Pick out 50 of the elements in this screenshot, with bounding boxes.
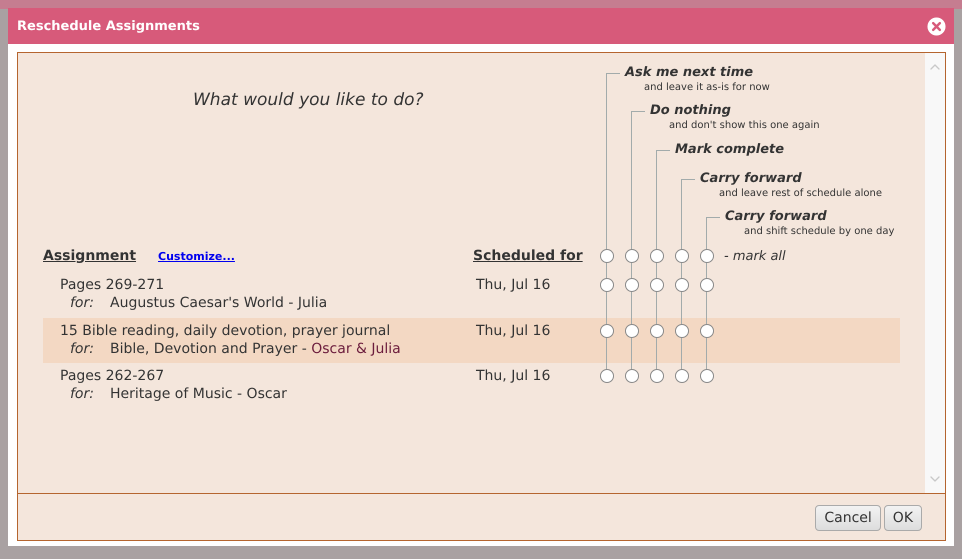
assignment-title: Pages 269-271 xyxy=(60,276,166,294)
scheduled-date: Thu, Jul 16 xyxy=(475,367,552,386)
radio-button[interactable] xyxy=(625,369,639,383)
option-label: Carry forward xyxy=(700,170,803,188)
course-text: Augustus Caesar's World - Julia xyxy=(110,294,328,313)
scheduled-header: Scheduled for xyxy=(473,247,584,266)
radio-button[interactable] xyxy=(700,324,714,338)
scheduled-date: Thu, Jul 16 xyxy=(475,276,552,295)
option-hint: and leave it as-is for now xyxy=(643,82,770,94)
mark-all-label: - mark all xyxy=(723,248,787,266)
radio-button[interactable] xyxy=(600,278,614,292)
assignment-title: 15 Bible reading, daily devotion, prayer journal xyxy=(60,322,392,340)
option-hint: and don't show this one again xyxy=(668,120,820,132)
option-label: Mark complete xyxy=(675,141,784,159)
radio-button[interactable] xyxy=(675,369,689,383)
customize-link[interactable]: Customize... xyxy=(158,250,235,262)
for-label: for: xyxy=(69,340,95,359)
course-text: Bible, Devotion and Prayer - Oscar & Julia xyxy=(110,340,401,359)
option-hint: and shift schedule by one day xyxy=(743,226,894,238)
question-text: What would you like to do? xyxy=(193,90,424,110)
radio-button[interactable] xyxy=(600,249,614,263)
radio-button[interactable] xyxy=(700,278,714,292)
close-icon[interactable] xyxy=(927,16,946,36)
radio-button[interactable] xyxy=(675,249,689,263)
radio-button[interactable] xyxy=(650,369,664,383)
option-hint: and leave rest of schedule alone xyxy=(718,188,882,200)
radio-button[interactable] xyxy=(625,249,639,263)
cancel-button[interactable]: Cancel xyxy=(815,505,881,531)
radio-button[interactable] xyxy=(700,369,714,383)
radio-button[interactable] xyxy=(675,324,689,338)
option-label: Do nothing xyxy=(650,102,732,120)
dialog-title: Reschedule Assignments xyxy=(17,18,200,34)
radio-button[interactable] xyxy=(650,249,664,263)
radio-button[interactable] xyxy=(600,369,614,383)
course-text: Heritage of Music - Oscar xyxy=(110,385,287,404)
radio-button[interactable] xyxy=(700,249,714,263)
radio-button[interactable] xyxy=(675,278,689,292)
radio-button[interactable] xyxy=(625,278,639,292)
for-label: for: xyxy=(69,385,95,404)
scheduled-date: Thu, Jul 16 xyxy=(475,322,552,341)
option-label: Ask me next time xyxy=(625,64,754,82)
radio-button[interactable] xyxy=(650,278,664,292)
radio-button[interactable] xyxy=(625,324,639,338)
assignment-title: Pages 262-267 xyxy=(60,367,166,385)
radio-button[interactable] xyxy=(650,324,664,338)
radio-button[interactable] xyxy=(600,324,614,338)
assignment-header: Assignment xyxy=(43,248,136,264)
for-label: for: xyxy=(69,294,95,313)
option-label: Carry forward xyxy=(725,208,828,226)
ok-button[interactable]: OK xyxy=(884,505,922,531)
